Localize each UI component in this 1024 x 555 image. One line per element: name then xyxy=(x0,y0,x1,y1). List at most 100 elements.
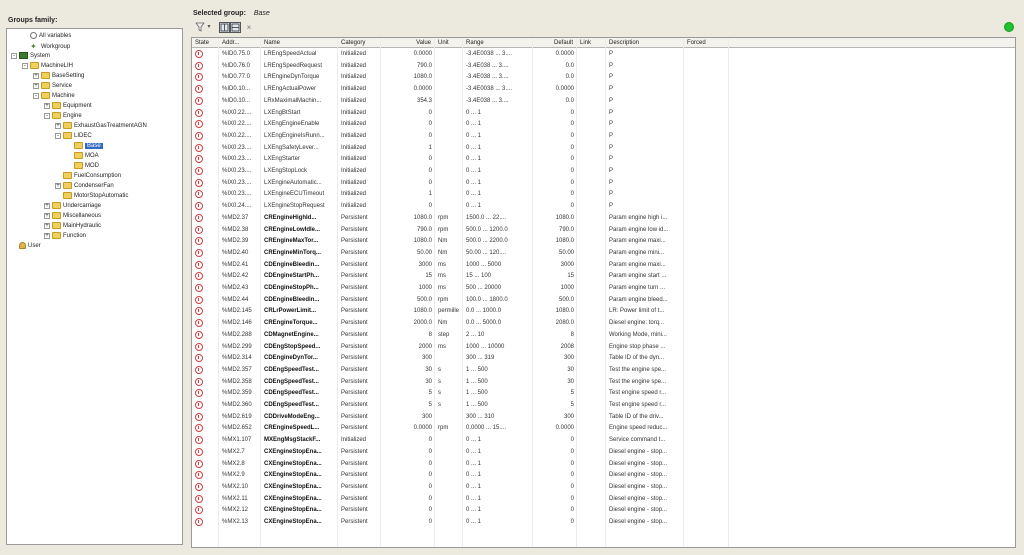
column-header[interactable]: Link xyxy=(577,38,606,48)
tree-node[interactable]: + CondenserFan xyxy=(55,182,114,191)
table-row[interactable]: %MD2.360 CDEngSpeedTest... Persistent 5 s 1 .… xyxy=(192,400,1015,410)
tree-node[interactable]: - Engine xyxy=(44,112,82,121)
table-row[interactable]: %MD2.314 CDEngineDynTor... Persistent 300 30… xyxy=(192,353,1015,363)
tree-node[interactable]: ✦ Workgroup xyxy=(22,42,70,51)
table-row[interactable]: %MD2.146 CREngineTorque... Persistent 2000.… xyxy=(192,318,1015,328)
expand-icon[interactable]: + xyxy=(55,122,61,129)
table-row[interactable]: %MX2.10 CXEngineStopEna... Persistent 0 0 ..… xyxy=(192,482,1015,492)
table-row[interactable]: %MD2.37 CREngineHighId... Persistent 1080.0… xyxy=(192,213,1015,223)
state-icon xyxy=(195,108,203,117)
table-row[interactable]: %MX1.107 MXEngMsgStackF... Initialized 0 0 .… xyxy=(192,435,1015,445)
collapse-icon[interactable]: - xyxy=(44,112,50,119)
table-row[interactable]: %MX2.8 CXEngineStopEna... Persistent 0 0 ...… xyxy=(192,459,1015,469)
tree-node[interactable]: + BaseSetting xyxy=(33,72,84,81)
tree-node[interactable]: + MainHydraulic xyxy=(44,222,101,231)
table-row[interactable]: %IX0.23.... LXEngineAutomatic... Initializ… xyxy=(192,178,1015,188)
table-row[interactable]: %MD2.357 CDEngSpeedTest... Persistent 30 s 1 … xyxy=(192,365,1015,375)
expand-icon[interactable]: + xyxy=(44,212,50,219)
tree-node[interactable]: + Undercarriage xyxy=(44,202,101,211)
column-header[interactable]: Unit xyxy=(435,38,463,48)
column-header[interactable]: Forced xyxy=(684,38,729,48)
tree-node[interactable]: User xyxy=(11,242,41,251)
tree-node[interactable]: + Function xyxy=(44,232,86,241)
table-row[interactable]: %ID0.10... LRxMaximalMachin... Initialized… xyxy=(192,96,1015,106)
table-row[interactable]: %MD2.299 CDEngStopSpeed... Persistent 2000 m… xyxy=(192,342,1015,352)
columns-view-icon[interactable] xyxy=(219,22,230,33)
table-row[interactable]: %MD2.43 CDEngineStopPh... Persistent 1000 ms… xyxy=(192,283,1015,293)
table-row[interactable]: %ID0.77.0 LREngineDynTorque Initialized 108… xyxy=(192,72,1015,82)
table-row[interactable]: %MD2.619 CDDriveModeEng... Persistent 300 30… xyxy=(192,412,1015,422)
tree-node[interactable]: All variables xyxy=(22,32,71,41)
table-row[interactable]: %MX2.12 CXEngineStopEna... Persistent 0 0 ..… xyxy=(192,505,1015,515)
table-row[interactable]: %IX0.23.... LXEngStarter Initialized 0 0 ...… xyxy=(192,154,1015,164)
tree-node[interactable]: FuelConsumption xyxy=(55,172,121,181)
table-row[interactable]: %MX2.11 CXEngineStopEna... Persistent 0 0 ..… xyxy=(192,494,1015,504)
expand-icon[interactable]: + xyxy=(55,182,61,189)
expand-icon[interactable]: + xyxy=(44,102,50,109)
table-row[interactable]: %MD2.40 CREngineMinTorq... Persistent 50.00… xyxy=(192,248,1015,258)
collapse-icon[interactable]: - xyxy=(55,132,61,139)
table-row[interactable]: %MD2.652 CREngineSpeedL... Persistent 0.000… xyxy=(192,423,1015,433)
expand-icon[interactable]: + xyxy=(44,222,50,229)
table-row[interactable]: %MX2.13 CXEngineStopEna... Persistent 0 0 ..… xyxy=(192,517,1015,527)
expand-icon[interactable]: + xyxy=(44,232,50,239)
table-row[interactable]: %MD2.145 CRLrPowerLimit... Persistent 1080.… xyxy=(192,306,1015,316)
filter-dropdown-arrow-icon[interactable]: ▾ xyxy=(206,22,212,33)
table-row[interactable]: %IX0.22.... LXEngEngineEnable Initialized 0… xyxy=(192,119,1015,129)
table-row[interactable]: %IX0.23.... LXEngStopLock Initialized 0 0 ..… xyxy=(192,166,1015,176)
tree-node[interactable]: - System xyxy=(11,52,50,61)
table-row[interactable]: %MD2.359 CDEngSpeedTest... Persistent 5 s 1 .… xyxy=(192,388,1015,398)
tree-node[interactable]: MotorStopAutomatic xyxy=(55,192,128,201)
table-row[interactable]: %IX0.23.... LXEngineECUTimeout Initialized… xyxy=(192,189,1015,199)
address-cell: %MD2.38 xyxy=(222,226,249,233)
table-row[interactable]: %MD2.288 CDMagnetEngine... Persistent 8 step… xyxy=(192,330,1015,340)
expand-icon[interactable]: + xyxy=(33,72,39,79)
column-header[interactable]: State xyxy=(192,38,219,48)
column-header[interactable]: Range xyxy=(463,38,533,48)
expand-icon[interactable]: + xyxy=(33,82,39,89)
collapse-icon[interactable]: - xyxy=(33,92,39,99)
tree-node[interactable]: + Miscellaneous xyxy=(44,212,101,221)
table-row[interactable]: %MX2.9 CXEngineStopEna... Persistent 0 0 ...… xyxy=(192,470,1015,480)
table-row[interactable]: %MD2.44 CDEngineBleedin... Persistent 500.0… xyxy=(192,295,1015,305)
table-row[interactable]: %IX0.23.... LXEngSafetyLever... Initialize… xyxy=(192,143,1015,153)
address-cell: %IX0.23.... xyxy=(222,179,252,186)
table-row[interactable]: %IX0.24.... LXEngineStopRequest Initialize… xyxy=(192,201,1015,211)
tree-node[interactable]: - Machine xyxy=(33,92,75,101)
tree-node[interactable]: - MachineLIH xyxy=(22,62,73,71)
table-row[interactable]: %IX0.22.... LXEngBtStart Initialized 0 0 ...… xyxy=(192,108,1015,118)
value-cell: 0 xyxy=(428,448,432,455)
groups-tree[interactable]: All variables ✦ Workgroup - System - MachineLI… xyxy=(6,28,183,545)
table-row[interactable]: %ID0.10... LREngActualPower Initialized 0.0… xyxy=(192,84,1015,94)
table-row[interactable]: %ID0.76.0 LREngSpeedRequest Initialized 790… xyxy=(192,61,1015,71)
collapse-icon[interactable]: - xyxy=(11,52,17,59)
column-header[interactable]: Value xyxy=(381,38,435,48)
rows-view-icon[interactable] xyxy=(230,22,241,33)
column-header[interactable]: Name xyxy=(261,38,338,48)
filter-icon[interactable] xyxy=(193,22,207,33)
close-icon[interactable]: × xyxy=(245,22,253,33)
tree-node[interactable]: MOD xyxy=(66,162,99,171)
collapse-icon[interactable]: - xyxy=(22,62,28,69)
table-row[interactable]: %MD2.42 CDEngineStartPh... Persistent 15 ms 1… xyxy=(192,271,1015,281)
table-row[interactable]: %IX0.22.... LXEngEngineIsRunn... Initializ… xyxy=(192,131,1015,141)
description-cell: Diesel engine - stop... xyxy=(609,472,668,479)
folder-icon xyxy=(63,182,72,189)
expand-icon[interactable]: + xyxy=(44,202,50,209)
table-row[interactable]: %MD2.38 CREngineLowIdle... Persistent 790.0… xyxy=(192,225,1015,235)
table-row[interactable]: %ID0.75.0 LREngSpeedActual Initialized 0.00… xyxy=(192,49,1015,59)
tree-node[interactable]: + Service xyxy=(33,82,72,91)
table-row[interactable]: %MX2.7 CXEngineStopEna... Persistent 0 0 ...… xyxy=(192,447,1015,457)
tree-node[interactable]: + ExhaustGasTreatmentAGN xyxy=(55,122,147,131)
tree-node[interactable]: Base xyxy=(66,142,103,151)
column-header[interactable]: Description xyxy=(606,38,684,48)
table-row[interactable]: %MD2.41 CDEngineBleedin... Persistent 3000 m… xyxy=(192,260,1015,270)
tree-node[interactable]: + Equipment xyxy=(44,102,92,111)
tree-node[interactable]: MOA xyxy=(66,152,99,161)
column-header[interactable]: Category xyxy=(338,38,381,48)
column-header[interactable]: Addr... xyxy=(219,38,261,48)
tree-node[interactable]: - LIDEC xyxy=(55,132,92,141)
column-header[interactable]: Default xyxy=(533,38,577,48)
table-row[interactable]: %MD2.358 CDEngSpeedTest... Persistent 30 s 1 … xyxy=(192,377,1015,387)
table-row[interactable]: %MD2.39 CREngineMaxTor... Persistent 1080.0… xyxy=(192,236,1015,246)
